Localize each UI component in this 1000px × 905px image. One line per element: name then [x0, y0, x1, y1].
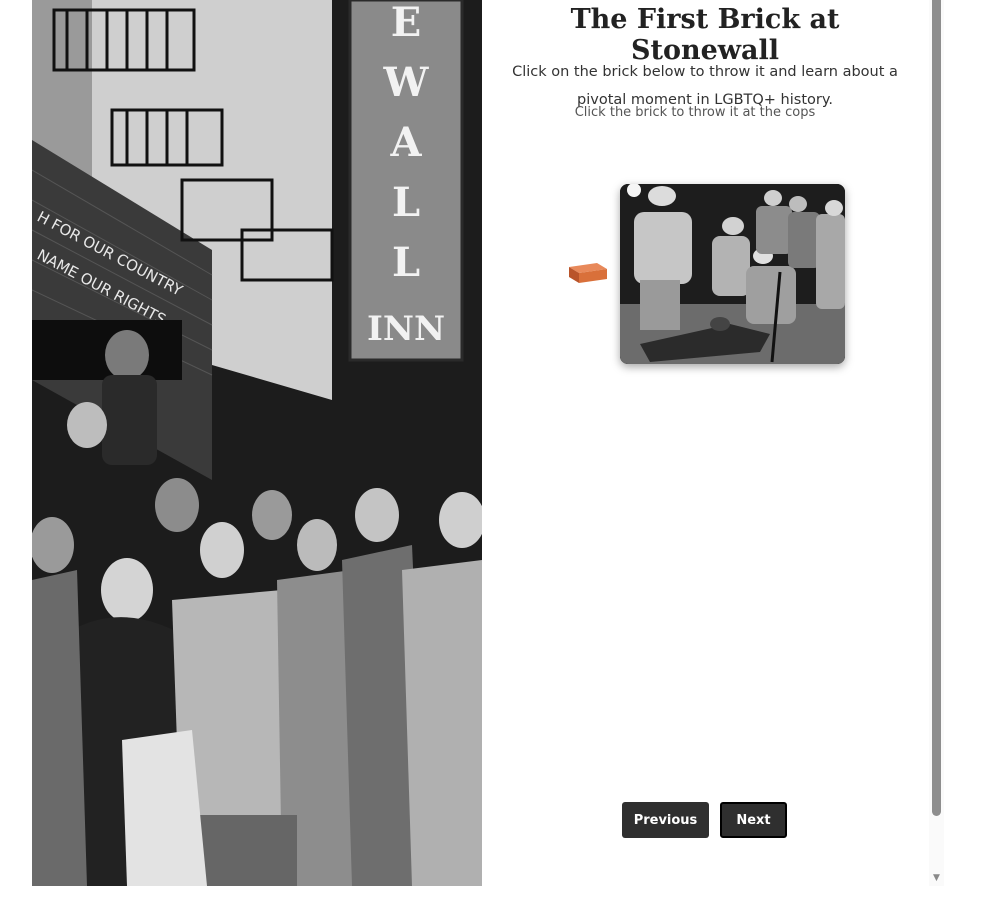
police-raid-photo	[620, 184, 845, 364]
svg-text:W: W	[383, 59, 430, 106]
scrollbar-thumb[interactable]	[932, 0, 941, 816]
svg-text:A: A	[389, 119, 422, 166]
next-button[interactable]: Next	[720, 802, 787, 838]
scroll-down-arrow-icon[interactable]: ▼	[930, 872, 943, 884]
svg-text:L: L	[392, 239, 420, 286]
svg-text:L: L	[392, 179, 420, 226]
svg-text:E: E	[391, 0, 422, 46]
brick-icon[interactable]	[567, 259, 609, 285]
previous-button[interactable]: Previous	[622, 802, 709, 838]
page-title: The First Brick at Stonewall	[570, 4, 840, 66]
stonewall-crowd-photo: H FOR OUR COUNTRY NAME OUR RIGHTS E W A …	[32, 0, 482, 886]
svg-text:INN: INN	[367, 309, 445, 349]
brick-hint: Click the brick to throw it at the cops	[574, 105, 816, 120]
